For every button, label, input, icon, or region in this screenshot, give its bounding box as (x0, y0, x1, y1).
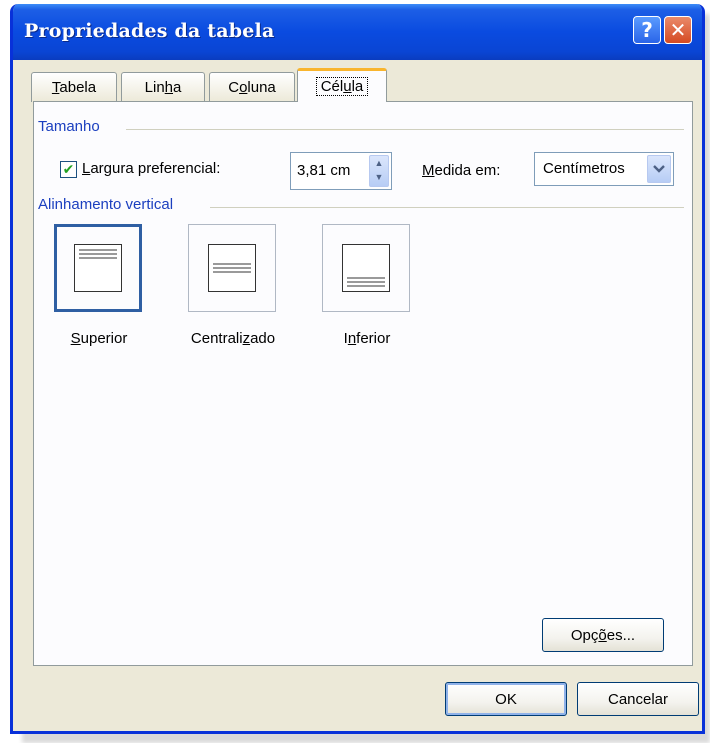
align-center-option[interactable] (188, 224, 276, 312)
spin-down-icon[interactable]: ▼ (370, 170, 388, 184)
ok-button[interactable]: OK (445, 682, 567, 716)
spin-up-icon[interactable]: ▲ (370, 156, 388, 170)
chevron-glyph (653, 165, 665, 173)
align-top-option[interactable] (54, 224, 142, 312)
preferred-width-label: Largura preferencial: (82, 160, 221, 177)
close-icon: ✕ (669, 18, 687, 42)
tab-tabela[interactable]: Tabela (31, 72, 117, 102)
preferred-width-checkbox[interactable]: ✔ (60, 161, 77, 178)
options-button-label: Opções... (570, 626, 636, 644)
measure-select-value: Centímetros (543, 160, 625, 177)
size-section-title: Tamanho (38, 118, 100, 135)
tab-label: Linha (144, 79, 182, 96)
cancel-button[interactable]: Cancelar (577, 682, 699, 716)
align-center-label: Centralizado (190, 330, 276, 347)
section-divider (126, 129, 684, 130)
tab-celula[interactable]: Célula (297, 68, 387, 102)
dialog-window: Propriedades da tabela ? ✕ Tabela Linha … (10, 4, 705, 734)
close-button[interactable]: ✕ (664, 16, 692, 44)
tab-label: Tabela (51, 79, 97, 96)
spinner-buttons[interactable]: ▲ ▼ (369, 155, 389, 187)
align-section-title: Alinhamento vertical (38, 196, 174, 213)
width-input[interactable] (295, 161, 363, 180)
check-icon: ✔ (62, 161, 75, 177)
align-bottom-label: Inferior (343, 330, 391, 347)
ok-button-label: OK (495, 690, 517, 708)
measure-select[interactable]: Centímetros (534, 152, 674, 186)
title-bar[interactable]: Propriedades da tabela ? ✕ (13, 4, 702, 60)
align-bottom-option[interactable] (322, 224, 410, 312)
align-top-label: Superior (70, 330, 128, 347)
options-button[interactable]: Opções... (542, 618, 664, 652)
dialog-title: Propriedades da tabela (24, 20, 275, 42)
align-center-icon (208, 244, 256, 292)
tab-linha[interactable]: Linha (121, 72, 205, 102)
help-icon: ? (641, 18, 653, 42)
section-divider (210, 207, 684, 208)
tab-panel: Tamanho ✔ Largura preferencial: ▲ ▼ Medi… (33, 101, 693, 666)
align-top-icon (74, 244, 122, 292)
align-bottom-icon (342, 244, 390, 292)
cancel-button-label: Cancelar (607, 690, 669, 708)
help-button[interactable]: ? (633, 16, 661, 44)
tab-label: Célula (315, 77, 369, 96)
tab-coluna[interactable]: Coluna (209, 72, 295, 102)
chevron-down-icon[interactable] (647, 155, 671, 183)
tab-label: Coluna (228, 79, 276, 96)
measure-label: Medida em: (422, 162, 501, 179)
width-spinner[interactable]: ▲ ▼ (290, 152, 392, 190)
